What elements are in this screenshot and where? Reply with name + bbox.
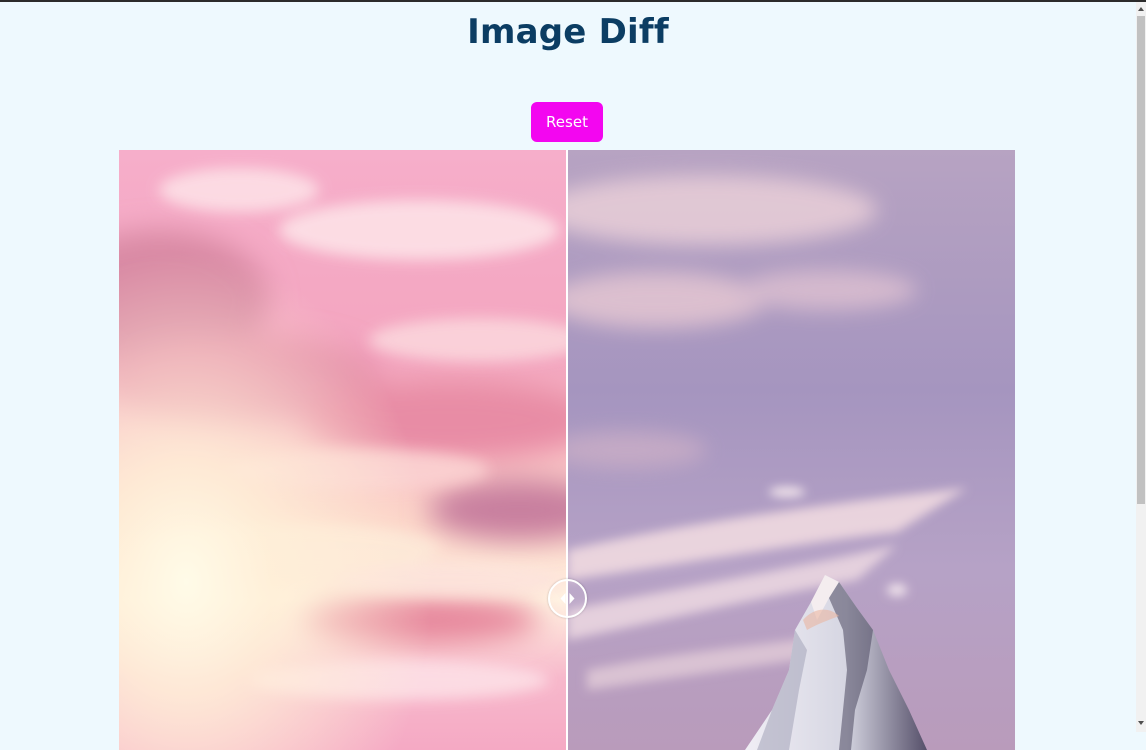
scrollbar-thumb[interactable]: [1137, 16, 1145, 504]
split-divider[interactable]: [566, 150, 568, 750]
divider-handle[interactable]: [548, 579, 587, 618]
page-scrollbar[interactable]: [1136, 2, 1146, 732]
image-after: [567, 150, 1015, 750]
image-comparison-slider[interactable]: [119, 150, 1015, 750]
page-title: Image Diff: [467, 12, 669, 52]
reset-button[interactable]: Reset: [531, 102, 603, 142]
chevron-down-icon[interactable]: [1136, 718, 1146, 728]
chevron-up-icon[interactable]: [1136, 4, 1146, 14]
window-top-border: [0, 0, 1146, 2]
image-before: [119, 150, 567, 750]
left-right-arrows-icon: [560, 593, 575, 604]
